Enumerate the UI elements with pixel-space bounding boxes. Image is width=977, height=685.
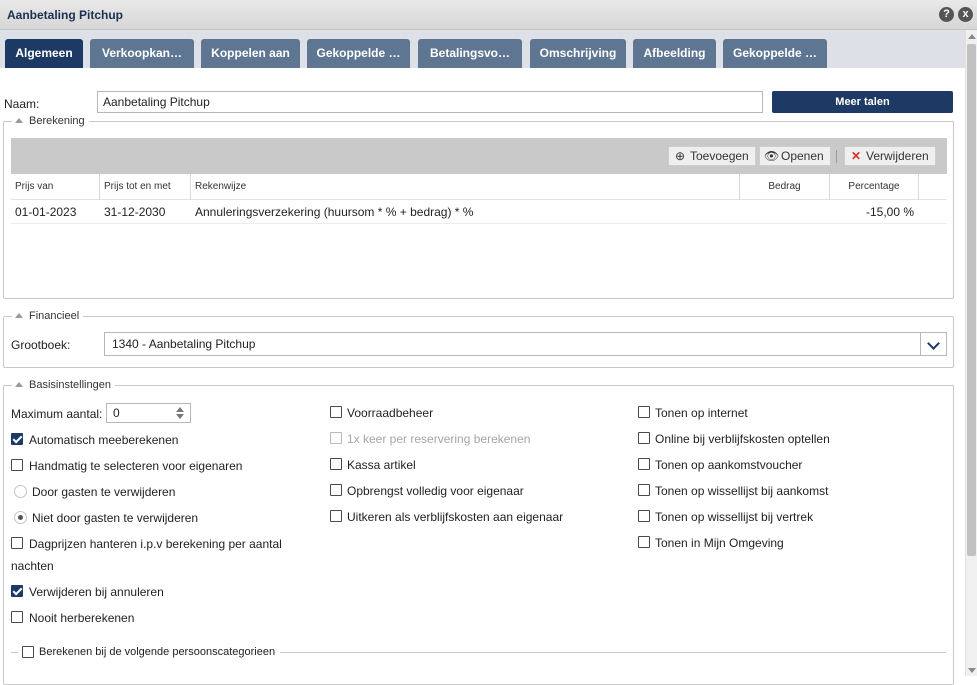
delete-button[interactable]: ✕ Verwijderen [844, 146, 936, 166]
cell-bedrag [740, 200, 830, 224]
basis-legend[interactable]: Basisinstellingen [12, 378, 115, 392]
eye-icon: 👁 [764, 149, 780, 163]
col-prijs-tot-en-met[interactable]: Prijs tot en met [100, 174, 191, 200]
ledger-select[interactable]: 1340 - Aanbetaling Pitchup [104, 332, 947, 356]
cell-prijs-van: 01-01-2023 [15, 205, 77, 219]
full-revenue-checkbox[interactable] [330, 484, 342, 496]
person-categories-checkbox[interactable] [22, 646, 34, 658]
scroll-down-icon[interactable] [968, 668, 976, 673]
ledger-label: Grootboek: [11, 338, 71, 352]
open-button[interactable]: 👁 Openen [759, 146, 831, 166]
col-percentage[interactable]: Percentage [830, 174, 919, 200]
cell-prijs-tot: 31-12-2030 [104, 205, 166, 219]
max-stepper[interactable]: 0 [106, 403, 191, 423]
tab-verkoopkanalen[interactable]: Verkoopkan… [90, 39, 194, 68]
show-voucher-checkbox[interactable] [638, 458, 650, 470]
guest-remove-radio[interactable] [14, 485, 27, 498]
berekening-legend[interactable]: Berekening [12, 114, 89, 128]
collapse-icon[interactable] [15, 313, 23, 318]
show-internet-checkbox[interactable] [638, 406, 650, 418]
once-per-booking-label: 1x keer per reservering berekenen [347, 432, 531, 446]
day-prices-checkbox[interactable] [11, 537, 23, 549]
online-add-checkbox[interactable] [638, 432, 650, 444]
cell-percentage: -15,00 % [865, 205, 914, 219]
stock-checkbox[interactable] [330, 406, 342, 418]
vertical-scrollbar[interactable] [965, 30, 977, 676]
tab-gekoppelde-1[interactable]: Gekoppelde … [307, 39, 410, 68]
collapse-icon[interactable] [15, 382, 23, 387]
col-prijs-van[interactable]: Prijs van [11, 174, 100, 200]
toolbar-separator [836, 150, 837, 163]
collapse-icon[interactable] [15, 118, 23, 123]
window-title: Aanbetaling Pitchup [7, 8, 124, 22]
guest-remove-label: Door gasten te verwijderen [32, 485, 176, 499]
departure-list-checkbox[interactable] [638, 510, 650, 522]
day-prices-label-cont: nachten [11, 559, 54, 573]
name-input[interactable]: Aanbetaling Pitchup [97, 91, 763, 113]
tab-bar: Algemeen Verkoopkan… Koppelen aan Gekopp… [0, 30, 965, 68]
departure-list-label: Tonen op wissellijst bij vertrek [655, 510, 814, 524]
guest-not-remove-radio[interactable] [14, 511, 27, 524]
pos-item-label: Kassa artikel [347, 458, 416, 472]
col-rekenwijze[interactable]: Rekenwijze [191, 174, 740, 200]
once-per-booking-checkbox[interactable] [330, 432, 342, 444]
tab-algemeen[interactable]: Algemeen [5, 39, 83, 68]
cell-rekenwijze: Annuleringsverzekering (huursom * % + be… [195, 205, 474, 219]
person-categories-label: Berekenen bij de volgende persoonscatego… [39, 646, 276, 658]
table-row[interactable]: 01-01-2023 31-12-2030 Annuleringsverzeke… [11, 200, 947, 224]
window-titlebar: Aanbetaling Pitchup ? x [0, 0, 977, 30]
max-value: 0 [113, 406, 120, 420]
more-languages-button[interactable]: Meer talen [772, 91, 953, 113]
plus-circle-icon: ⊕ [674, 149, 686, 163]
auto-calc-checkbox[interactable] [11, 433, 23, 445]
show-voucher-label: Tonen op aankomstvoucher [655, 458, 803, 472]
scroll-thumb[interactable] [967, 44, 976, 556]
remove-on-cancel-label: Verwijderen bij annuleren [29, 585, 164, 599]
manual-select-checkbox[interactable] [11, 459, 23, 471]
chevron-down-icon[interactable] [920, 333, 946, 355]
show-internet-label: Tonen op internet [655, 406, 748, 420]
help-icon[interactable]: ? [939, 7, 954, 22]
add-button[interactable]: ⊕ Toevoegen [668, 146, 756, 166]
remove-on-cancel-checkbox[interactable] [11, 585, 23, 597]
name-label: Naam: [4, 97, 40, 111]
guest-not-remove-label: Niet door gasten te verwijderen [32, 511, 199, 525]
manual-select-label: Handmatig te selecteren voor eigenaren [29, 459, 243, 473]
x-icon: ✕ [850, 149, 862, 163]
never-recalc-label: Nooit herberekenen [29, 611, 135, 625]
max-label: Maximum aantal: [11, 407, 103, 421]
scroll-up-icon[interactable] [968, 34, 976, 39]
payout-checkbox[interactable] [330, 510, 342, 522]
my-env-label: Tonen in Mijn Omgeving [655, 536, 784, 550]
ledger-value: 1340 - Aanbetaling Pitchup [112, 337, 256, 351]
col-spacer [919, 174, 947, 200]
financieel-legend[interactable]: Financieel [12, 309, 84, 323]
tab-gekoppelde-2[interactable]: Gekoppelde … [723, 39, 827, 68]
my-env-checkbox[interactable] [638, 536, 650, 548]
never-recalc-checkbox[interactable] [11, 611, 23, 623]
basis-fieldset [3, 385, 954, 685]
tab-koppelen-aan[interactable]: Koppelen aan [201, 39, 300, 68]
close-icon[interactable]: x [958, 7, 973, 22]
full-revenue-label: Opbrengst volledig voor eigenaar [347, 484, 524, 498]
grid-toolbar: ⊕ Toevoegen 👁 Openen ✕ Verwijderen [11, 138, 947, 174]
arrival-list-checkbox[interactable] [638, 484, 650, 496]
stepper-up-icon[interactable] [176, 407, 184, 412]
tab-betalingsvoorwaarden[interactable]: Betalingsvo… [418, 39, 522, 68]
arrival-list-label: Tonen op wissellijst bij aankomst [655, 484, 829, 498]
online-add-label: Online bij verblijfskosten optellen [655, 432, 830, 446]
pos-item-checkbox[interactable] [330, 458, 342, 470]
tab-afbeelding[interactable]: Afbeelding [633, 39, 716, 68]
auto-calc-label: Automatisch meeberekenen [29, 433, 179, 447]
col-bedrag[interactable]: Bedrag [740, 174, 830, 200]
berekening-grid: ⊕ Toevoegen 👁 Openen ✕ Verwijderen Prijs va… [11, 138, 947, 296]
stepper-down-icon[interactable] [176, 414, 184, 419]
day-prices-label: Dagprijzen hanteren i.p.v berekening per… [29, 537, 282, 551]
payout-label: Uitkeren als verblijfskosten aan eigenaa… [347, 510, 564, 524]
tab-omschrijving[interactable]: Omschrijving [530, 39, 626, 68]
stock-label: Voorraadbeheer [347, 406, 434, 420]
grid-header: Prijs van Prijs tot en met Rekenwijze Be… [11, 174, 947, 200]
